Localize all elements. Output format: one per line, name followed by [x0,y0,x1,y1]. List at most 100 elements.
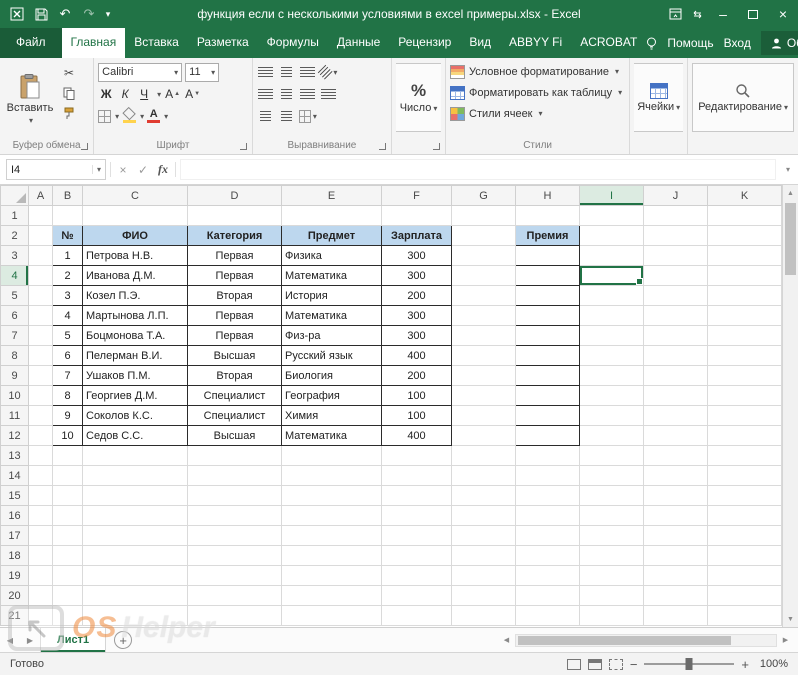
row-header-11[interactable]: 11 [0,405,29,426]
cell-H9[interactable] [515,365,580,386]
page-layout-view-icon[interactable] [587,658,602,670]
cell-B15[interactable] [52,485,83,506]
zoom-slider[interactable] [644,658,735,670]
cell-H17[interactable] [515,525,580,546]
cell-G5[interactable] [451,285,516,306]
cell-J16[interactable] [643,505,708,526]
cell-G8[interactable] [451,345,516,366]
cell-H13[interactable] [515,445,580,466]
cell-K13[interactable] [707,445,782,466]
row-header-8[interactable]: 8 [0,345,29,366]
cell-K7[interactable] [707,325,782,346]
cell-J17[interactable] [643,525,708,546]
cell-F9[interactable]: 200 [381,365,452,386]
column-header-I[interactable]: I [579,185,644,206]
cell-A3[interactable] [28,245,53,266]
dialog-launcher-icon[interactable] [81,143,89,150]
cell-K2[interactable] [707,225,782,246]
cell-E10[interactable]: География [281,385,382,406]
cell-J8[interactable] [643,345,708,366]
cell-E8[interactable]: Русский язык [281,345,382,366]
increase-font-icon[interactable]: А ▲ [164,86,181,103]
vertical-scroll-thumb[interactable] [785,203,796,275]
cell-E5[interactable]: История [281,285,382,306]
cell-E18[interactable] [281,545,382,566]
row-header-18[interactable]: 18 [0,545,29,566]
cell-H16[interactable] [515,505,580,526]
cell-E16[interactable] [281,505,382,526]
cell-D19[interactable] [187,565,282,586]
cell-J12[interactable] [643,425,708,446]
cell-K21[interactable] [707,605,782,626]
dialog-launcher-icon[interactable] [239,143,247,150]
formula-bar-expand-icon[interactable]: ▾ [780,165,796,174]
cell-H12[interactable] [515,425,580,446]
cell-B20[interactable] [52,585,83,606]
cell-F21[interactable] [381,605,452,626]
cell-G2[interactable] [451,225,516,246]
row-header-16[interactable]: 16 [0,505,29,526]
cell-F14[interactable] [381,465,452,486]
cell-H7[interactable] [515,325,580,346]
zoom-out-button[interactable]: − [630,657,638,672]
cell-C13[interactable] [82,445,188,466]
align-top-icon[interactable] [257,64,275,80]
cell-F10[interactable]: 100 [381,385,452,406]
close-button[interactable]: × [768,0,798,28]
cell-D5[interactable]: Вторая [187,285,282,306]
column-header-E[interactable]: E [281,185,382,206]
cell-A7[interactable] [28,325,53,346]
cell-A15[interactable] [28,485,53,506]
cell-A21[interactable] [28,605,53,626]
cell-G19[interactable] [451,565,516,586]
cell-J9[interactable] [643,365,708,386]
scroll-left-icon[interactable]: ◀ [498,636,515,644]
cell-E12[interactable]: Математика [281,425,382,446]
cell-E3[interactable]: Физика [281,245,382,266]
cell-K14[interactable] [707,465,782,486]
row-header-15[interactable]: 15 [0,485,29,506]
cell-G16[interactable] [451,505,516,526]
cell-G15[interactable] [451,485,516,506]
cell-B13[interactable] [52,445,83,466]
cell-H18[interactable] [515,545,580,566]
cell-D18[interactable] [187,545,282,566]
cell-F5[interactable]: 200 [381,285,452,306]
copy-icon[interactable] [60,85,78,101]
cell-C20[interactable] [82,585,188,606]
cell-E2[interactable]: Предмет [281,225,382,246]
conditional-formatting-button[interactable]: Условное форматирование ▾ [450,61,625,82]
row-header-6[interactable]: 6 [0,305,29,326]
cell-H5[interactable] [515,285,580,306]
cell-E21[interactable] [281,605,382,626]
cell-A10[interactable] [28,385,53,406]
cell-H15[interactable] [515,485,580,506]
cell-I11[interactable] [579,405,644,426]
dialog-launcher-icon[interactable] [379,143,387,150]
cell-I10[interactable] [579,385,644,406]
ribbon-tab-Главная[interactable]: Главная [61,28,126,58]
cell-G9[interactable] [451,365,516,386]
ribbon-tab-Разметка[interactable]: Разметка [188,28,258,58]
align-left-icon[interactable] [257,86,275,102]
formula-input[interactable] [180,159,776,180]
cell-C11[interactable]: Соколов К.С. [82,405,188,426]
cell-I1[interactable] [579,205,644,226]
cell-B10[interactable]: 8 [52,385,83,406]
cell-D20[interactable] [187,585,282,606]
cell-A16[interactable] [28,505,53,526]
cell-C21[interactable] [82,605,188,626]
cell-B2[interactable]: № [52,225,83,246]
ribbon-display-options-icon[interactable] [664,3,686,25]
column-header-F[interactable]: F [381,185,452,206]
tab-help[interactable]: Помощь [667,36,713,50]
cell-K11[interactable] [707,405,782,426]
cell-H6[interactable] [515,305,580,326]
new-sheet-button[interactable]: + [114,631,133,649]
scroll-down-icon[interactable]: ▼ [787,611,794,627]
cell-J14[interactable] [643,465,708,486]
maximize-button[interactable] [738,0,768,28]
cell-I12[interactable] [579,425,644,446]
cell-J18[interactable] [643,545,708,566]
column-header-G[interactable]: G [451,185,516,206]
